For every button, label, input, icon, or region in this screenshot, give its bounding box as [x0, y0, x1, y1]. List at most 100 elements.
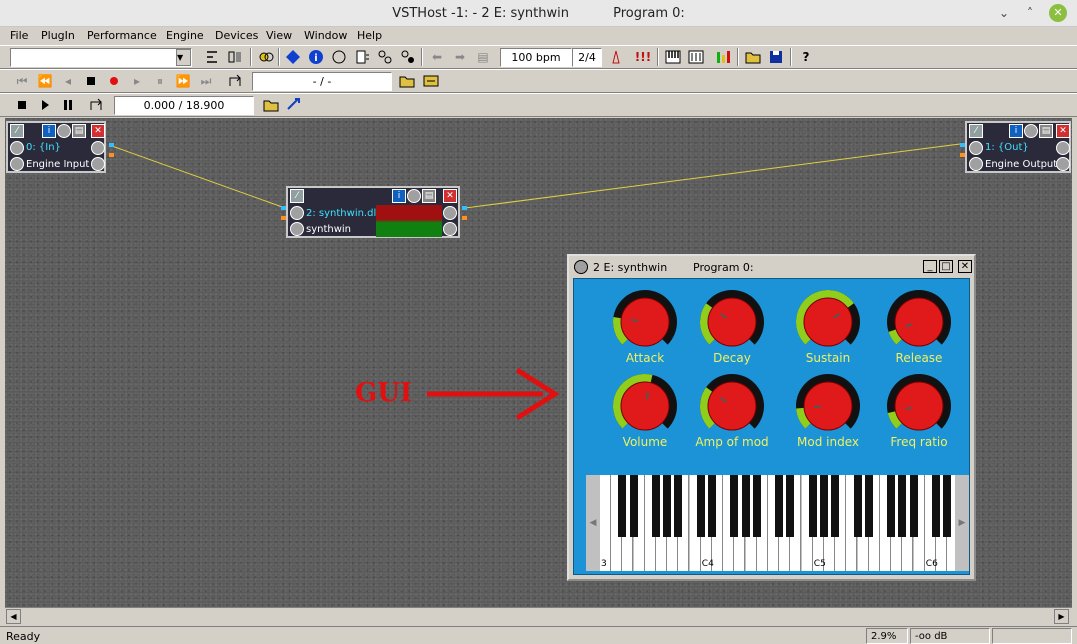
bypass-icon[interactable] — [57, 124, 71, 138]
black-key[interactable] — [808, 475, 817, 537]
plugin-close-button[interactable]: ✕ — [958, 260, 972, 273]
settings-icon[interactable] — [443, 222, 457, 236]
level-meter-icon[interactable] — [713, 47, 733, 67]
slider-icon[interactable] — [686, 47, 706, 67]
edit-diamond-icon[interactable] — [283, 47, 303, 67]
wave-loop-icon[interactable] — [86, 95, 106, 115]
black-key[interactable] — [752, 475, 761, 537]
bypass-icon[interactable] — [329, 47, 349, 67]
knob-body[interactable] — [894, 381, 944, 431]
black-key[interactable] — [741, 475, 750, 537]
black-key[interactable] — [730, 475, 739, 537]
scroll-right-icon[interactable]: ▶ — [1054, 609, 1069, 624]
step-back-icon[interactable]: ◂ — [58, 71, 78, 91]
black-key[interactable] — [786, 475, 795, 537]
input-port[interactable] — [960, 143, 965, 147]
settings-icon[interactable] — [290, 222, 304, 236]
menu-devices[interactable]: Devices — [215, 29, 258, 42]
output-port[interactable] — [109, 143, 114, 147]
play-icon[interactable]: ▸ — [127, 71, 147, 91]
input-port[interactable] — [281, 216, 286, 220]
plugin-maximize-button[interactable]: □ — [939, 260, 953, 273]
keyboard-scroll-right-icon[interactable]: ▶ — [955, 475, 969, 571]
keyboard-scroll-left-icon[interactable]: ◀ — [586, 475, 600, 571]
midi-icon[interactable] — [10, 141, 24, 155]
white-key[interactable] — [600, 475, 611, 571]
menu-performance[interactable]: Performance — [87, 29, 157, 42]
black-key[interactable] — [853, 475, 862, 537]
maximize-icon[interactable]: ˄ — [1021, 4, 1039, 22]
knob-release[interactable] — [884, 289, 954, 353]
minimize-icon[interactable]: ⌄ — [995, 4, 1013, 22]
black-key[interactable] — [618, 475, 627, 537]
audio-icon[interactable] — [1056, 141, 1070, 155]
wave-stop-icon[interactable] — [12, 95, 32, 115]
knob-freq-ratio[interactable] — [884, 373, 954, 437]
synthwin-plugin-node[interactable]: ⁄ i ▤ ✕ 2: synthwin.dll synthwin — [281, 186, 467, 238]
black-key[interactable] — [696, 475, 705, 537]
knob-body[interactable] — [803, 297, 853, 347]
edit-icon[interactable]: ⁄ — [290, 189, 304, 203]
arrow-right-icon[interactable]: ➡ — [450, 47, 470, 67]
keys-area[interactable]: 3 C4 C5 C6 — [600, 475, 955, 571]
settings-icon[interactable] — [10, 157, 24, 171]
wave-play-icon[interactable] — [35, 95, 55, 115]
info-icon[interactable]: i — [42, 124, 56, 138]
close-icon[interactable]: ✕ — [1049, 4, 1067, 22]
menu-plugin[interactable]: PlugIn — [41, 29, 75, 42]
output-port[interactable] — [109, 153, 114, 157]
knob-amp-of-mod[interactable] — [697, 373, 767, 437]
black-key[interactable] — [932, 475, 940, 537]
remove-icon[interactable]: ✕ — [443, 189, 457, 203]
chain-before-icon[interactable] — [202, 47, 222, 67]
black-key[interactable] — [909, 475, 918, 537]
knob-mod-index[interactable] — [793, 373, 863, 437]
open-folder-icon[interactable] — [743, 47, 763, 67]
edit-icon[interactable]: ⁄ — [10, 124, 24, 138]
output-port[interactable] — [462, 206, 467, 210]
chain-after-icon[interactable] — [225, 47, 245, 67]
knob-sustain[interactable] — [793, 289, 863, 353]
audio-icon[interactable] — [443, 206, 457, 220]
record-icon[interactable] — [104, 71, 124, 91]
menu-engine[interactable]: Engine — [166, 29, 204, 42]
stop-icon[interactable] — [81, 71, 101, 91]
horizontal-scrollbar[interactable]: ◀ ▶ — [5, 607, 1072, 624]
knob-body[interactable] — [707, 381, 757, 431]
save-icon[interactable] — [766, 47, 786, 67]
remove-icon[interactable]: ✕ — [1056, 124, 1070, 138]
black-key[interactable] — [663, 475, 672, 537]
parameters-icon[interactable]: ▤ — [1039, 124, 1053, 138]
black-key[interactable] — [898, 475, 907, 537]
plugin-gui-window[interactable]: 2 E: synthwin Program 0: _ □ ✕ Attack Dec… — [567, 254, 976, 581]
black-key[interactable] — [887, 475, 896, 537]
engine-output-node[interactable]: ⁄ i ▤ ✕ 1: {Out} Engine Output — [960, 121, 1071, 173]
input-port[interactable] — [960, 153, 965, 157]
black-key[interactable] — [775, 475, 784, 537]
menu-help[interactable]: Help — [357, 29, 382, 42]
arrow-left-icon[interactable]: ⬅ — [427, 47, 447, 67]
chain-list-icon[interactable]: ▤ — [473, 47, 493, 67]
wave-settings-icon[interactable] — [284, 95, 304, 115]
skip-start-icon[interactable]: ⏮ — [12, 71, 32, 91]
open-midi-icon[interactable] — [397, 71, 417, 91]
black-key[interactable] — [943, 475, 952, 537]
help-icon[interactable]: ? — [796, 47, 816, 67]
menu-view[interactable]: View — [266, 29, 292, 42]
knob-decay[interactable] — [697, 289, 767, 353]
input-port[interactable] — [281, 206, 286, 210]
midi-connect-icon[interactable] — [375, 47, 395, 67]
black-key[interactable] — [864, 475, 873, 537]
knob-body[interactable] — [620, 381, 670, 431]
black-key[interactable] — [652, 475, 660, 537]
wave-pause-icon[interactable] — [58, 95, 78, 115]
signature-field[interactable]: 2/4 — [572, 48, 602, 67]
knob-body[interactable] — [894, 297, 944, 347]
knob-attack[interactable] — [610, 289, 680, 353]
knob-body[interactable] — [803, 381, 853, 431]
open-wave-icon[interactable] — [261, 95, 281, 115]
fast-forward-icon[interactable]: ⏩ — [173, 71, 193, 91]
bypass-icon[interactable] — [407, 189, 421, 203]
parameters-icon[interactable]: ▤ — [72, 124, 86, 138]
chevron-down-icon[interactable]: ▼ — [176, 49, 191, 66]
